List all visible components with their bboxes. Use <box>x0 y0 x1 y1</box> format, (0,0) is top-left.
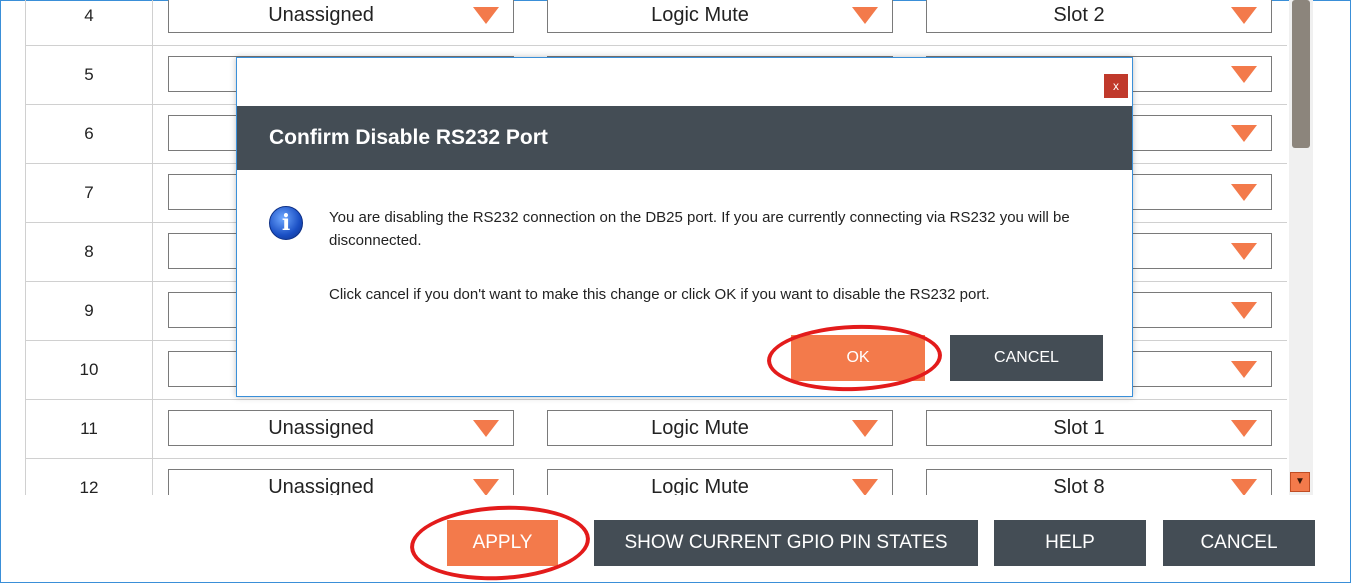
dropdown-value: Logic Mute <box>651 416 749 439</box>
table-row: 12 Unassigned Logic Mute Slot 8 <box>25 459 1287 495</box>
scroll-down-arrow-icon[interactable]: ▼ <box>1290 472 1310 492</box>
help-button[interactable]: HELP <box>994 520 1146 566</box>
close-button[interactable]: x <box>1104 74 1128 98</box>
chevron-down-icon <box>1231 420 1257 437</box>
slot-dropdown[interactable]: Slot 2 <box>926 0 1272 33</box>
dropdown-value: Logic Mute <box>651 475 749 496</box>
info-icon: i <box>269 206 303 240</box>
chevron-down-icon <box>1231 125 1257 142</box>
row-number: 10 <box>25 341 153 399</box>
row-number: 11 <box>25 400 153 458</box>
dialog-title: Confirm Disable RS232 Port <box>269 126 548 149</box>
chevron-down-icon <box>473 479 499 495</box>
chevron-down-icon <box>852 479 878 495</box>
apply-button[interactable]: APPLY <box>447 520 558 566</box>
chevron-down-icon <box>1231 302 1257 319</box>
chevron-down-icon <box>1231 243 1257 260</box>
vertical-scrollbar[interactable]: ▼ <box>1289 0 1313 495</box>
row-number: 6 <box>25 105 153 163</box>
function-dropdown[interactable]: Unassigned <box>168 0 514 33</box>
action-dropdown[interactable]: Logic Mute <box>547 469 893 495</box>
dropdown-value: Logic Mute <box>651 3 749 26</box>
dialog-message-instructions: Click cancel if you don't want to make t… <box>329 286 990 303</box>
dropdown-value: Slot 8 <box>1053 475 1105 496</box>
ok-button[interactable]: OK <box>791 335 925 381</box>
dropdown-value: Unassigned <box>268 416 374 439</box>
chevron-down-icon <box>1231 66 1257 83</box>
row-number: 9 <box>25 282 153 340</box>
chevron-down-icon <box>1231 7 1257 24</box>
row-number: 12 <box>25 459 153 495</box>
chevron-down-icon <box>473 420 499 437</box>
confirm-dialog: x Confirm Disable RS232 Port i You are d… <box>236 57 1133 397</box>
action-dropdown[interactable]: Logic Mute <box>547 0 893 33</box>
show-gpio-pin-states-button[interactable]: SHOW CURRENT GPIO PIN STATES <box>594 520 978 566</box>
row-number: 8 <box>25 223 153 281</box>
chevron-down-icon <box>852 7 878 24</box>
row-number: 4 <box>25 0 153 45</box>
dialog-message-warning: You are disabling the RS232 connection o… <box>329 209 1070 249</box>
function-dropdown[interactable]: Unassigned <box>168 469 514 495</box>
chevron-down-icon <box>1231 479 1257 495</box>
row-number: 5 <box>25 46 153 104</box>
scrollbar-thumb[interactable] <box>1292 0 1310 148</box>
table-row: 11 Unassigned Logic Mute Slot 1 <box>25 400 1287 459</box>
row-number: 7 <box>25 164 153 222</box>
dropdown-value: Slot 1 <box>1053 416 1105 439</box>
dropdown-value: Unassigned <box>268 3 374 26</box>
slot-dropdown[interactable]: Slot 8 <box>926 469 1272 495</box>
chevron-down-icon <box>1231 361 1257 378</box>
chevron-down-icon <box>1231 184 1257 201</box>
dropdown-value: Unassigned <box>268 475 374 496</box>
chevron-down-icon <box>473 7 499 24</box>
cancel-button[interactable]: CANCEL <box>1163 520 1315 566</box>
dropdown-value: Slot 2 <box>1053 3 1105 26</box>
function-dropdown[interactable]: Unassigned <box>168 410 514 446</box>
action-dropdown[interactable]: Logic Mute <box>547 410 893 446</box>
table-row: 4 Unassigned Logic Mute Slot 2 <box>25 0 1287 46</box>
chevron-down-icon <box>852 420 878 437</box>
dialog-title-bar: Confirm Disable RS232 Port <box>237 106 1132 170</box>
slot-dropdown[interactable]: Slot 1 <box>926 410 1272 446</box>
dialog-cancel-button[interactable]: CANCEL <box>950 335 1103 381</box>
